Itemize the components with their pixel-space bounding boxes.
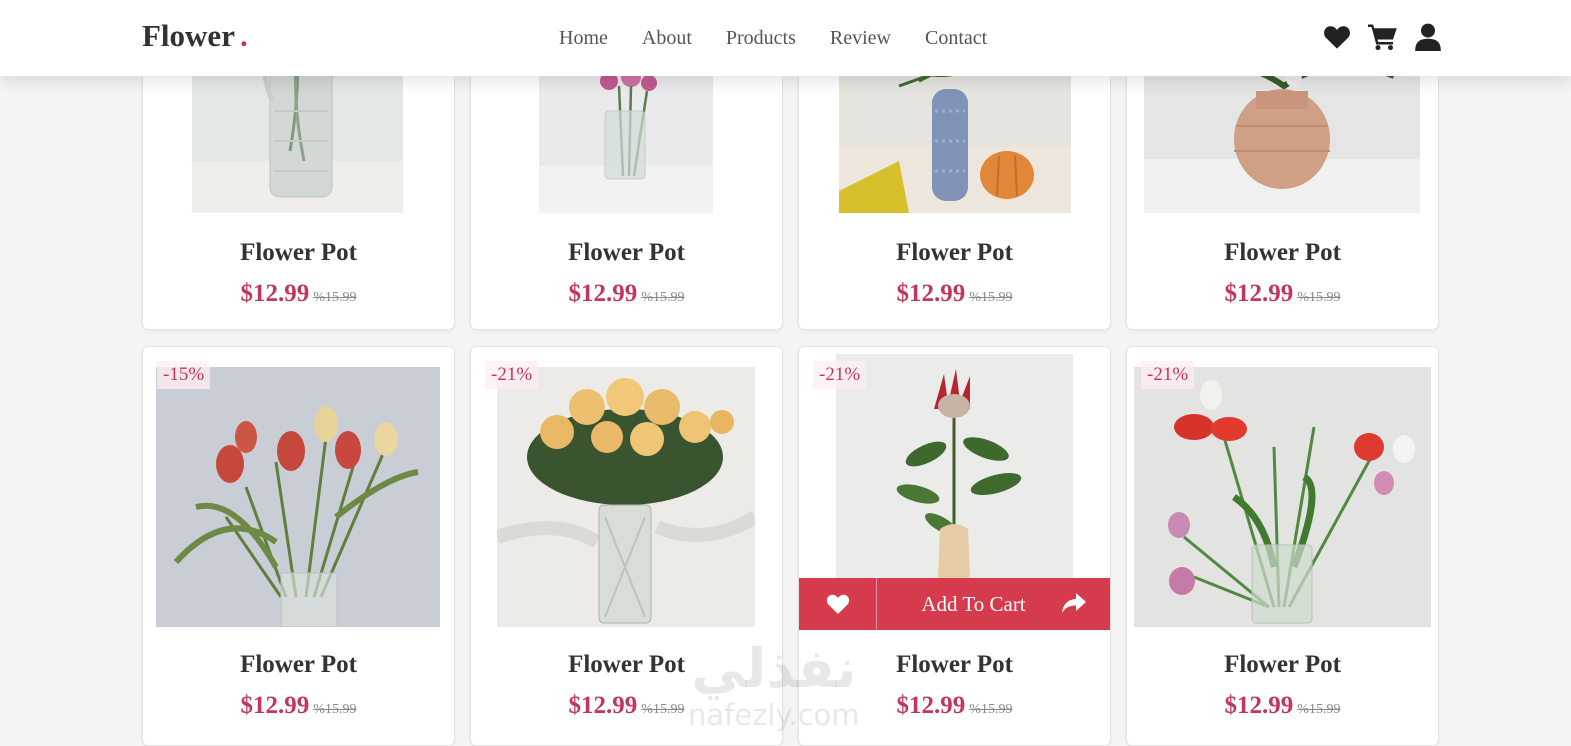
product-name: Flower Pot: [1224, 239, 1341, 266]
main-nav: Home About Products Review Contact: [559, 27, 1021, 50]
product-price-group: $12.99 %15.99: [799, 692, 1110, 720]
product-price: $12.99: [896, 692, 966, 719]
nav-contact[interactable]: Contact: [925, 27, 987, 50]
product-old-price: %15.99: [313, 702, 357, 717]
user-icon[interactable]: [1415, 23, 1441, 56]
product-price: $12.99: [240, 692, 310, 719]
product-image-protea[interactable]: [836, 354, 1073, 578]
product-old-price: %15.99: [313, 290, 357, 305]
discount-badge: -21%: [1141, 361, 1195, 389]
product-price-group: $12.99 %15.99: [1127, 692, 1438, 720]
share-icon[interactable]: [1062, 593, 1086, 618]
product-card[interactable]: -21% Flower Pot $12.99 %15.99: [470, 346, 783, 746]
product-price-group: $12.99 %15.99: [799, 280, 1110, 308]
product-old-price: %15.99: [969, 702, 1013, 717]
product-name: Flower Pot: [568, 651, 685, 678]
logo-dot: .: [239, 18, 248, 53]
product-price: $12.99: [240, 280, 310, 307]
product-price-group: $12.99 %15.99: [143, 692, 454, 720]
product-price: $12.99: [568, 280, 638, 307]
hover-action-bar: Add To Cart: [799, 578, 1110, 630]
product-price: $12.99: [896, 280, 966, 307]
product-name: Flower Pot: [240, 651, 357, 678]
header-icons: [1306, 23, 1441, 56]
product-old-price: %15.99: [1297, 702, 1341, 717]
product-image-tulips[interactable]: [156, 367, 440, 627]
product-old-price: %15.99: [641, 702, 685, 717]
logo[interactable]: Flower.: [142, 18, 248, 54]
discount-badge: -21%: [485, 361, 539, 389]
product-old-price: %15.99: [641, 290, 685, 305]
product-price-group: $12.99 %15.99: [471, 692, 782, 720]
heart-icon: [826, 594, 849, 614]
nav-about[interactable]: About: [642, 27, 692, 50]
product-name: Flower Pot: [1224, 651, 1341, 678]
product-price-group: $12.99 %15.99: [143, 280, 454, 308]
nav-home[interactable]: Home: [559, 27, 608, 50]
discount-badge: -21%: [813, 361, 867, 389]
product-old-price: %15.99: [1297, 290, 1341, 305]
product-name: Flower Pot: [240, 239, 357, 266]
product-card[interactable]: -15% Flower Pot $12.99 %15.99: [142, 346, 455, 746]
product-price-group: $12.99 %15.99: [471, 280, 782, 308]
product-price: $12.99: [1224, 280, 1294, 307]
product-price-group: $12.99 %15.99: [1127, 280, 1438, 308]
discount-badge: -15%: [157, 361, 211, 389]
product-card[interactable]: -21% Flower Pot $12.99 %15.99: [1126, 346, 1439, 746]
product-name: Flower Pot: [896, 239, 1013, 266]
site-header: Flower. Home About Products Review Conta…: [0, 0, 1571, 76]
product-old-price: %15.99: [969, 290, 1013, 305]
product-name: Flower Pot: [896, 651, 1013, 678]
heart-icon[interactable]: [1323, 24, 1351, 55]
nav-products[interactable]: Products: [726, 27, 796, 50]
wishlist-button[interactable]: [799, 578, 877, 630]
nav-review[interactable]: Review: [830, 27, 891, 50]
product-price: $12.99: [568, 692, 638, 719]
product-card[interactable]: -21% Add To Cart Flower Pot $12.99 %15.99: [798, 346, 1111, 746]
logo-text: Flower: [142, 18, 235, 53]
cart-icon[interactable]: [1368, 23, 1398, 56]
product-image-yellow-roses[interactable]: [497, 367, 755, 627]
product-name: Flower Pot: [568, 239, 685, 266]
product-price: $12.99: [1224, 692, 1294, 719]
product-image-mixed-tulips[interactable]: [1134, 367, 1431, 627]
